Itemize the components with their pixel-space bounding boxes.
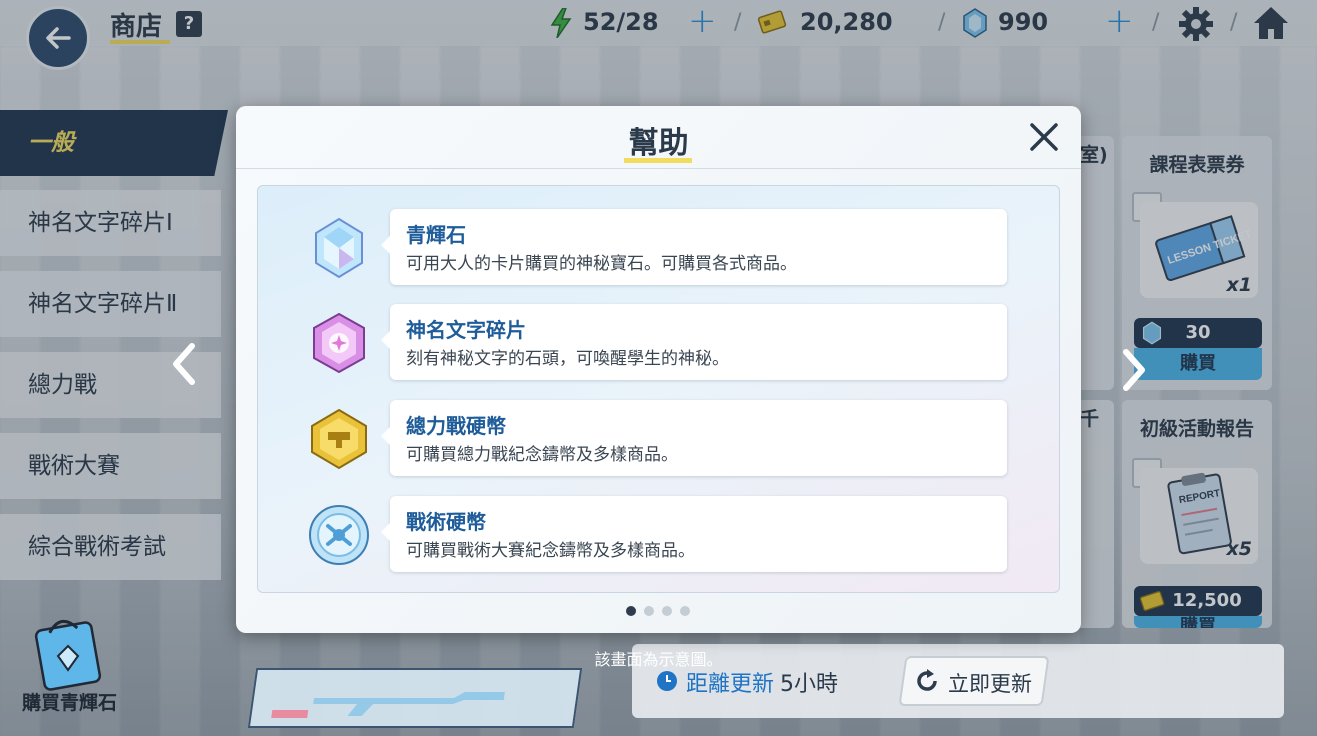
refresh-time: 5小時 bbox=[780, 672, 838, 697]
help-item-title: 總力戰硬幣 bbox=[406, 414, 506, 438]
rifle-image bbox=[271, 692, 505, 718]
help-item-bubble: 總力戰硬幣 可購買總力戰紀念鑄幣及多樣商品。 bbox=[381, 400, 1007, 476]
close-icon bbox=[1030, 123, 1058, 151]
clock-icon bbox=[656, 670, 678, 696]
help-item-bubble: 青輝石 可用大人的卡片購買的神秘寶石。可購買各式商品。 bbox=[381, 209, 1007, 285]
page-dot[interactable] bbox=[680, 606, 690, 616]
close-button[interactable] bbox=[1025, 118, 1063, 156]
refresh-icon bbox=[914, 668, 940, 698]
page-dot-active[interactable] bbox=[626, 606, 636, 616]
help-dialog: 幫助 青輝石 可用大人的卡片購買的神秘寶石。可購買各式商品。 神名文字碎片 刻有… bbox=[236, 106, 1081, 633]
help-item-description: 可購買戰術大賽紀念鑄幣及多樣商品。 bbox=[406, 541, 695, 561]
page-indicator bbox=[626, 606, 690, 616]
prev-page-arrow[interactable] bbox=[168, 340, 200, 396]
next-page-arrow[interactable] bbox=[1118, 346, 1150, 402]
help-item: 總力戰硬幣 可購買總力戰紀念鑄幣及多樣商品。 bbox=[258, 400, 1061, 478]
title-underline bbox=[624, 158, 692, 163]
help-item-title: 青輝石 bbox=[406, 223, 466, 247]
help-item-bubble: 戰術硬幣 可購買戰術大賽紀念鑄幣及多樣商品。 bbox=[381, 496, 1007, 572]
help-item: 青輝石 可用大人的卡片購買的神秘寶石。可購買各式商品。 bbox=[258, 209, 1061, 287]
help-item-title: 戰術硬幣 bbox=[406, 510, 486, 534]
page-dot[interactable] bbox=[662, 606, 672, 616]
help-item-description: 可用大人的卡片購買的神秘寶石。可購買各式商品。 bbox=[406, 254, 797, 274]
buy-pyroxene-label: 購買青輝石 bbox=[22, 692, 118, 714]
dialog-title: 幫助 bbox=[628, 126, 689, 161]
dialog-header: 幫助 bbox=[236, 106, 1081, 169]
help-item: 神名文字碎片 刻有神秘文字的石頭，可喚醒學生的神秘。 bbox=[258, 304, 1061, 382]
item-card-rifle[interactable] bbox=[247, 668, 583, 728]
refresh-label: 距離更新 bbox=[686, 672, 775, 697]
pyroxene-icon bbox=[306, 215, 372, 281]
help-item-bubble: 神名文字碎片 刻有神秘文字的石頭，可喚醒學生的神秘。 bbox=[381, 304, 1007, 380]
illustration-caption: 該畫面為示意圖。 bbox=[594, 650, 723, 669]
raid-coin-icon bbox=[306, 406, 372, 472]
arena-coin-icon bbox=[306, 502, 372, 568]
help-list: 青輝石 可用大人的卡片購買的神秘寶石。可購買各式商品。 神名文字碎片 刻有神秘文… bbox=[257, 185, 1060, 593]
help-item-description: 刻有神秘文字的石頭，可喚醒學生的神秘。 bbox=[406, 349, 729, 369]
help-item: 戰術硬幣 可購買戰術大賽紀念鑄幣及多樣商品。 bbox=[258, 496, 1061, 574]
refresh-now-label[interactable]: 立即更新 bbox=[948, 668, 1032, 698]
page-dot[interactable] bbox=[644, 606, 654, 616]
help-item-description: 可購買總力戰紀念鑄幣及多樣商品。 bbox=[406, 445, 678, 465]
help-item-title: 神名文字碎片 bbox=[406, 318, 526, 342]
eligma-icon bbox=[306, 310, 372, 376]
